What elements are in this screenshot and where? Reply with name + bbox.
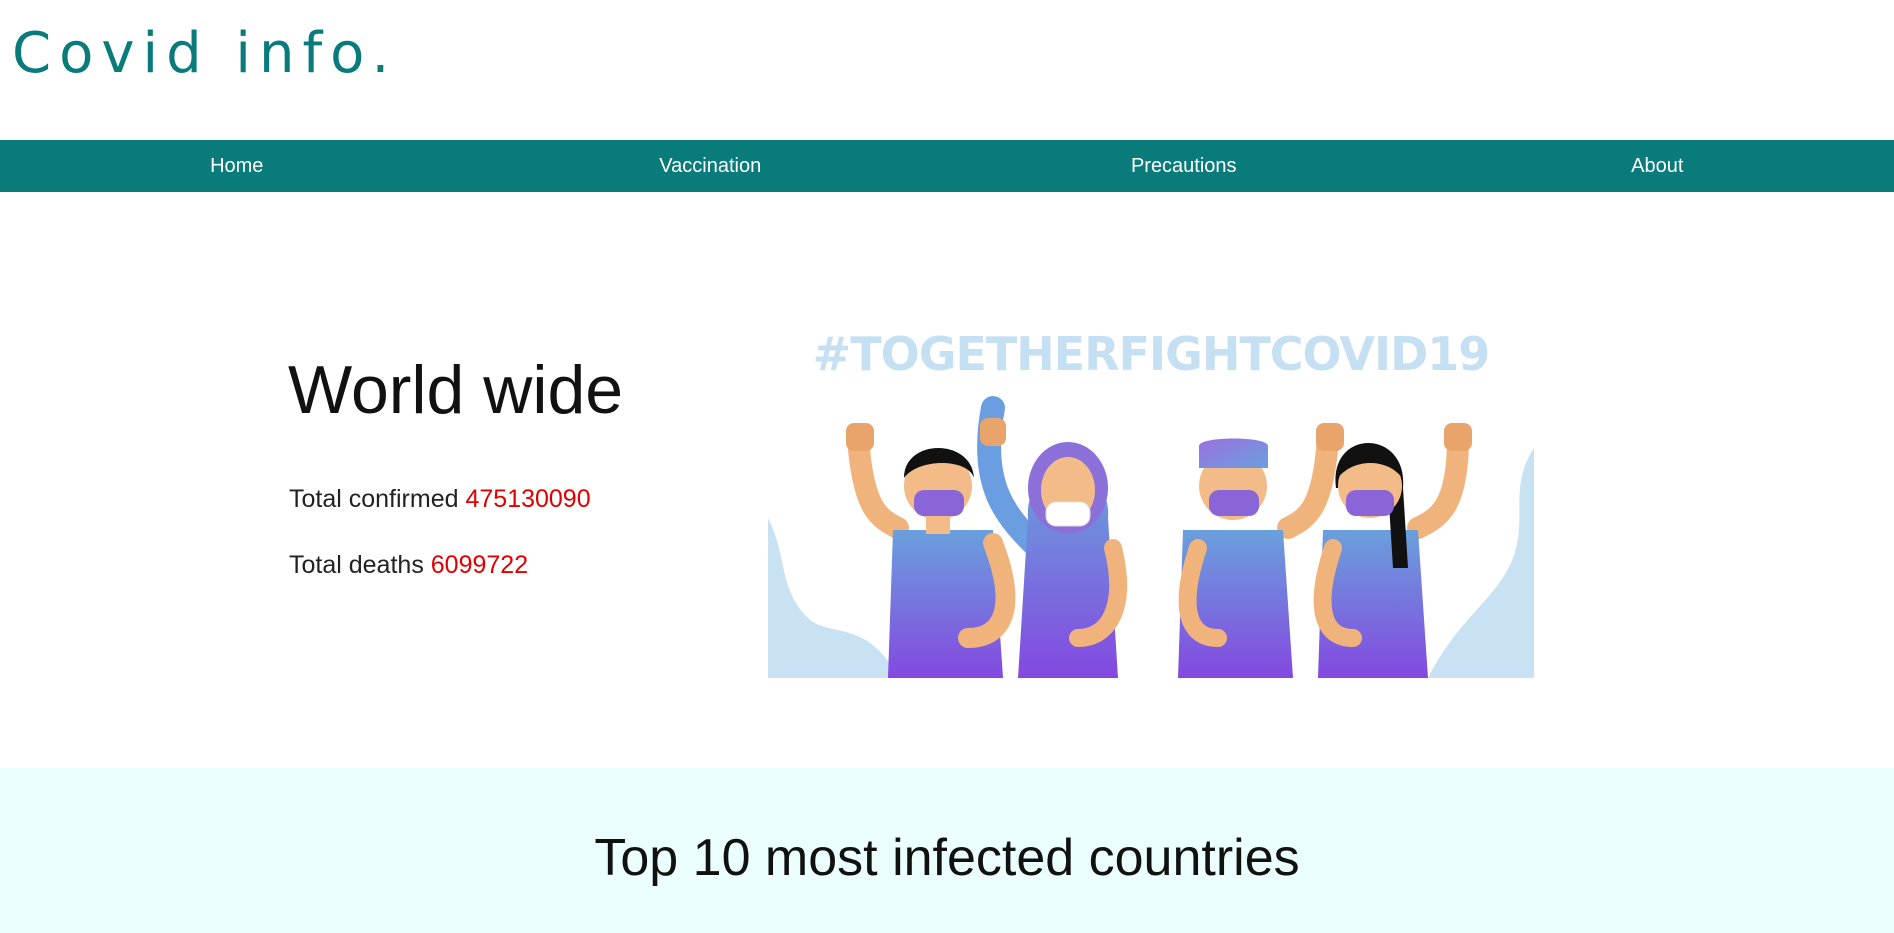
total-deaths: Total deaths 6099722 bbox=[289, 551, 528, 580]
masked-people-graphic: #TOGETHERFIGHTCOVID19 bbox=[768, 327, 1534, 678]
nav-home[interactable]: Home bbox=[0, 140, 474, 192]
together-fight-covid-illustration: #TOGETHERFIGHTCOVID19 bbox=[768, 318, 1534, 678]
section-title: Top 10 most infected countries bbox=[594, 829, 1300, 887]
site-logo: Covid info. bbox=[12, 21, 398, 86]
nav-vaccination[interactable]: Vaccination bbox=[474, 140, 948, 192]
total-confirmed-value: 475130090 bbox=[465, 485, 591, 513]
nav-about[interactable]: About bbox=[1421, 140, 1894, 192]
total-confirmed: Total confirmed 475130090 bbox=[289, 485, 591, 514]
total-deaths-value: 6099722 bbox=[430, 551, 529, 579]
total-confirmed-label: Total confirmed bbox=[289, 485, 459, 513]
banner-hashtag: #TOGETHERFIGHTCOVID19 bbox=[813, 327, 1490, 381]
hero-title: World wide bbox=[288, 352, 624, 428]
nav-precautions[interactable]: Precautions bbox=[947, 140, 1421, 192]
total-deaths-label: Total deaths bbox=[289, 551, 424, 579]
main-nav: Home Vaccination Precautions About bbox=[0, 140, 1894, 192]
